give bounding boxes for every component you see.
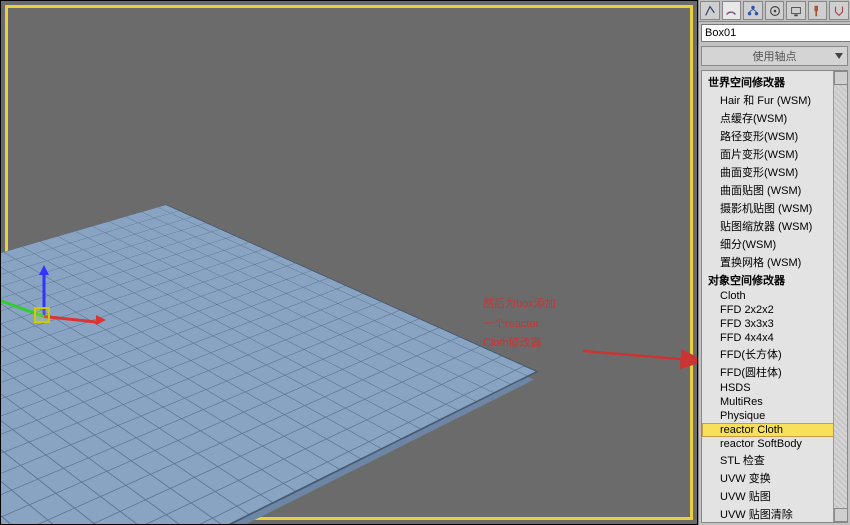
modifier-item[interactable]: 曲面变形(WSM) [702,163,847,181]
modifier-item[interactable]: UVW 贴图清除 [702,505,847,523]
hierarchy-tab[interactable] [743,1,763,20]
axis-x[interactable] [44,315,100,324]
extra-tab[interactable] [829,1,849,20]
modifier-item[interactable]: Cloth [702,289,847,303]
motion-tab[interactable] [765,1,785,20]
modifier-list-dropdown[interactable]: 使用轴点 [701,46,848,66]
tutorial-annotation: 然后为box添加 一个reactor Cloth修改器 [483,293,556,352]
annotation-arrow [583,343,698,383]
modifier-item[interactable]: 曲面贴图 (WSM) [702,181,847,199]
modifier-item[interactable]: 置换网格 (WSM) [702,253,847,271]
modifier-item[interactable]: STL 检查 [702,451,847,469]
modifier-item[interactable]: reactor Cloth [702,423,847,437]
modifier-item[interactable]: 摄影机贴图 (WSM) [702,199,847,217]
modifier-item[interactable]: HSDS [702,381,847,395]
transform-gizmo[interactable] [34,263,124,353]
modify-tab[interactable] [722,1,742,20]
create-tab[interactable] [700,1,720,20]
command-panel: 使用轴点 世界空间修改器Hair 和 Fur (WSM)点缓存(WSM)路径变形… [698,0,850,525]
modifier-item[interactable]: FFD 2x2x2 [702,303,847,317]
modifier-item[interactable]: FFD 3x3x3 [702,317,847,331]
perspective-viewport[interactable]: 然后为box添加 一个reactor Cloth修改器 [0,0,698,525]
scroll-down-button[interactable] [834,508,848,522]
modifier-item[interactable]: UVW 贴图 [702,487,847,505]
axis-x-cap [96,315,106,325]
modifier-item[interactable]: FFD 4x4x4 [702,331,847,345]
modifier-group-header: 对象空间修改器 [702,271,847,289]
modifier-item[interactable]: 贴图缩放器 (WSM) [702,217,847,235]
modifier-item[interactable]: 面片变形(WSM) [702,145,847,163]
utilities-tab[interactable] [808,1,828,20]
modifier-dropdown-label: 使用轴点 [753,48,797,64]
axis-z-cap [39,265,49,275]
modifier-item[interactable]: 细分(WSM) [702,235,847,253]
annotation-line: Cloth修改器 [483,337,542,349]
modifier-item[interactable]: reactor SoftBody [702,437,847,451]
modifier-list[interactable]: 世界空间修改器Hair 和 Fur (WSM)点缓存(WSM)路径变形(WSM)… [701,70,848,523]
modifier-item[interactable]: Physique [702,409,847,423]
modifier-group-header: 世界空间修改器 [702,73,847,91]
scroll-up-button[interactable] [834,71,848,85]
modifier-item[interactable]: MultiRes [702,395,847,409]
modifier-item[interactable]: 路径变形(WSM) [702,127,847,145]
annotation-line: 一个reactor [483,318,539,330]
modifier-item[interactable]: FFD(长方体) [702,345,847,363]
command-panel-tabs [699,0,850,22]
grid-plane[interactable] [0,205,535,525]
display-tab[interactable] [786,1,806,20]
object-name-input[interactable] [701,24,850,42]
list-scrollbar[interactable] [833,71,847,522]
modifier-item[interactable]: FFD(圆柱体) [702,363,847,381]
gizmo-xy-plane[interactable] [34,307,50,323]
viewport-active-border: 然后为box添加 一个reactor Cloth修改器 [5,5,693,520]
annotation-line: 然后为box添加 [483,298,556,310]
modifier-item[interactable]: 点缓存(WSM) [702,109,847,127]
modifier-item[interactable]: UVW 变换 [702,469,847,487]
modifier-item[interactable]: Hair 和 Fur (WSM) [702,91,847,109]
object-name-row [699,22,850,44]
